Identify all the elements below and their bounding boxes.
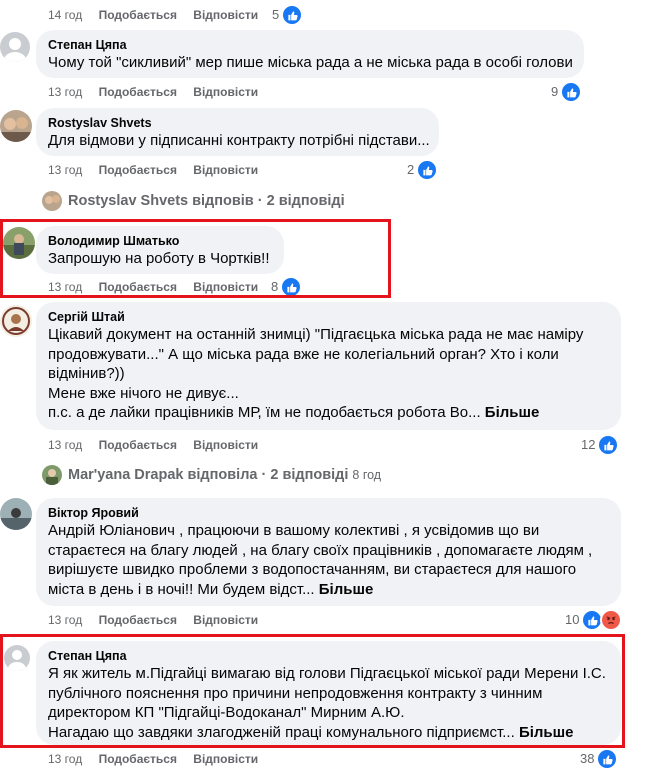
comment-actions: 13 год Подобається Відповісти (48, 751, 271, 767)
reply-button[interactable]: Відповісти (193, 613, 258, 627)
comment-text: Чому той "сикливий" мер пише міська рада… (48, 54, 573, 71)
reply-button[interactable]: Відповісти (193, 438, 258, 452)
comment-bubble: Сергій Штай Цікавий документ на останній… (36, 302, 621, 430)
avatar[interactable] (0, 305, 32, 337)
timestamp: 8 год (352, 468, 382, 482)
see-more-link[interactable]: Більше (319, 581, 374, 598)
comment-text-line: стараєтеся на благу людей , на благу сво… (48, 541, 593, 559)
reply-author: Rostyslav Shvets (68, 193, 189, 209)
reply-button[interactable]: Відповісти (193, 8, 258, 22)
like-button[interactable]: Подобається (99, 85, 177, 99)
comment-text-line: продовжувати..." А що міська рада вже не… (48, 345, 559, 363)
reaction-count[interactable]: 5 (272, 4, 304, 26)
reply-button[interactable]: Відповісти (193, 752, 258, 766)
view-replies-link[interactable]: Mar'yana Drapak відповіла · 2 відповіді … (42, 465, 381, 485)
view-replies-link[interactable]: Rostyslav Shvets відповів · 2 відповіді (42, 191, 345, 211)
thumbs-up-icon (596, 748, 619, 770)
avatar (42, 191, 62, 211)
comment-text-line: Андрій Юліанович , працюючи в вашому кол… (48, 522, 540, 539)
comment-bubble: Rostyslav Shvets Для відмови у підписанн… (36, 108, 439, 156)
comment-text-line: Цікавий документ на останній знимці) "Пі… (48, 326, 584, 343)
avatar[interactable] (0, 110, 32, 142)
comment-author[interactable]: Rostyslav Shvets (48, 115, 427, 131)
comment-actions: 14 год Подобається Відповісти (48, 7, 271, 23)
comment-text-line: відмінив?)) (48, 365, 125, 382)
reaction-count[interactable]: 9 (551, 81, 583, 103)
timestamp[interactable]: 13 год (48, 438, 82, 452)
avatar[interactable] (0, 32, 30, 62)
replies-count: відповіла · 2 відповіді (187, 467, 349, 483)
timestamp[interactable]: 13 год (48, 85, 82, 99)
reply-button[interactable]: Відповісти (193, 85, 258, 99)
angry-face-icon (600, 609, 623, 631)
replies-count: відповів · 2 відповіді (192, 193, 345, 209)
like-button[interactable]: Подобається (99, 8, 177, 22)
like-button[interactable]: Подобається (99, 752, 177, 766)
timestamp[interactable]: 14 год (48, 8, 82, 22)
comment-text-line: п.с. а де лайки працівників МР, їм не по… (48, 404, 540, 421)
reaction-count[interactable]: 2 (407, 159, 439, 181)
comment-actions: 13 год Подобається Відповісти (48, 612, 271, 628)
thumbs-up-icon (560, 81, 583, 103)
comment-actions: 13 год Подобається Відповісти (48, 162, 271, 178)
timestamp[interactable]: 13 год (48, 613, 82, 627)
comment-actions: 13 год Подобається Відповісти (48, 437, 271, 453)
like-button[interactable]: Подобається (99, 163, 177, 177)
timestamp[interactable]: 13 год (48, 163, 82, 177)
see-more-link[interactable]: Більше (485, 404, 540, 421)
comment-actions: 13 год Подобається Відповісти (48, 84, 271, 100)
comment-bubble: Степан Цяпа Чому той "сикливий" мер пише… (36, 30, 584, 78)
avatar[interactable] (0, 498, 32, 530)
avatar (42, 465, 62, 485)
like-button[interactable]: Подобається (99, 613, 177, 627)
reaction-count[interactable]: 12 (581, 434, 620, 456)
comment-author[interactable]: Віктор Яровий (48, 505, 609, 521)
like-button[interactable]: Подобається (99, 438, 177, 452)
thumbs-up-icon (416, 159, 439, 181)
reaction-count[interactable]: 10 (565, 609, 623, 631)
timestamp[interactable]: 13 год (48, 752, 82, 766)
thumbs-up-icon (597, 434, 620, 456)
thumbs-up-icon (281, 4, 304, 26)
comment-text-line: міста в день і в ночі!! Ми будем відст..… (48, 580, 374, 598)
comment-text-line: Мене вже нічого не дивує... (48, 384, 239, 402)
reply-button[interactable]: Відповісти (193, 163, 258, 177)
comment-bubble: Віктор Яровий Андрій Юліанович , працююч… (36, 498, 621, 606)
reaction-count[interactable]: 38 (580, 748, 619, 770)
highlight-frame (0, 634, 625, 748)
comment-author[interactable]: Сергій Штай (48, 309, 609, 325)
reply-author: Mar'yana Drapak (68, 467, 184, 483)
comment-text-line: вирішуєте швидко проблеми з водопостачан… (48, 561, 577, 578)
comment-text: Для відмови у підписанні контракту потрі… (48, 132, 430, 149)
comment-author[interactable]: Степан Цяпа (48, 37, 572, 53)
highlight-frame (0, 219, 391, 298)
